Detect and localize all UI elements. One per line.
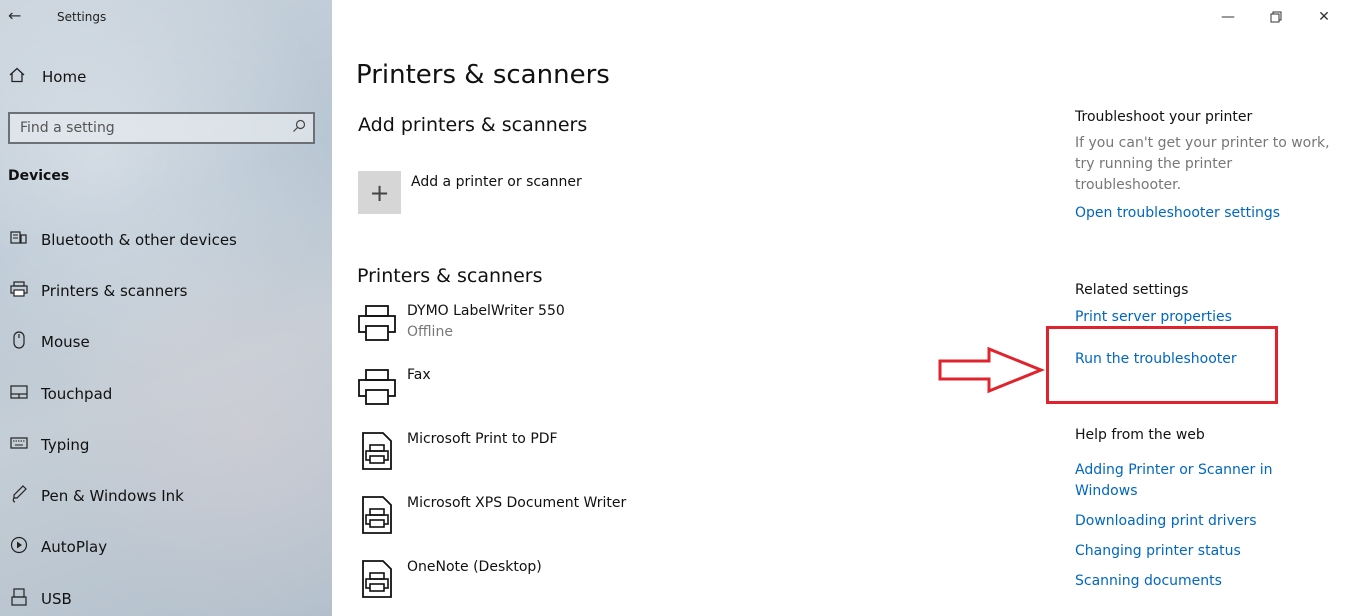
help-link-scanning[interactable]: Scanning documents	[1075, 571, 1340, 592]
home-label: Home	[42, 68, 87, 86]
annotation-arrow-icon	[938, 346, 1046, 394]
restore-icon[interactable]	[1252, 4, 1300, 30]
add-printer-button[interactable]: +	[358, 171, 401, 214]
autoplay-icon	[8, 536, 30, 558]
sidebar-item-label: Pen & Windows Ink	[41, 487, 184, 506]
minimize-icon[interactable]: —	[1204, 4, 1252, 30]
page-title: Printers & scanners	[356, 60, 610, 90]
troubleshoot-section: Troubleshoot your printer If you can't g…	[1075, 109, 1340, 224]
sidebar-item-label: Typing	[41, 435, 90, 454]
mouse-icon	[8, 331, 30, 353]
document-printer-icon	[362, 432, 392, 470]
sidebar-item-printers[interactable]: Printers & scanners	[0, 265, 332, 316]
plus-icon: +	[369, 178, 390, 207]
help-link-status[interactable]: Changing printer status	[1075, 541, 1340, 562]
back-arrow-icon[interactable]: ←	[8, 6, 28, 26]
printers-list-header: Printers & scanners	[357, 265, 543, 287]
print-server-properties-link[interactable]: Print server properties	[1075, 307, 1340, 328]
sidebar-item-touchpad[interactable]: Touchpad	[0, 368, 332, 419]
printer-name: Fax	[407, 367, 431, 383]
printer-icon	[358, 369, 396, 405]
sidebar-item-pen[interactable]: Pen & Windows Ink	[0, 470, 332, 521]
sidebar-item-label: AutoPlay	[41, 538, 108, 557]
sidebar-item-label: Mouse	[41, 333, 90, 352]
search-input[interactable]	[10, 114, 280, 142]
sidebar-item-usb[interactable]: USB	[0, 573, 332, 616]
touchpad-icon	[8, 384, 30, 404]
sidebar-item-label: Bluetooth & other devices	[41, 230, 237, 249]
open-troubleshooter-link[interactable]: Open troubleshooter settings	[1075, 203, 1340, 224]
sidebar-item-mouse[interactable]: Mouse	[0, 317, 332, 368]
help-header: Help from the web	[1075, 427, 1205, 443]
printer-item[interactable]: OneNote (Desktop)	[356, 556, 776, 616]
section-header-devices: Devices	[8, 168, 70, 184]
app-title: Settings	[57, 10, 107, 24]
sidebar-item-home[interactable]: Home	[8, 66, 86, 88]
sidebar-item-bluetooth[interactable]: Bluetooth & other devices	[0, 214, 332, 265]
printer-item[interactable]: Microsoft XPS Document Writer	[356, 492, 776, 556]
bluetooth-devices-icon	[8, 230, 30, 250]
close-icon[interactable]: ✕	[1300, 4, 1348, 30]
printer-status: Offline	[407, 324, 453, 340]
related-settings-header: Related settings	[1075, 282, 1189, 298]
help-section: Help from the web Adding Printer or Scan…	[1075, 427, 1340, 592]
printers-list: DYMO LabelWriter 550 Offline Fax Microso…	[356, 300, 776, 616]
printer-item[interactable]: Microsoft Print to PDF	[356, 428, 776, 492]
troubleshoot-text: If you can't get your printer to work, t…	[1075, 135, 1330, 193]
pen-icon	[8, 485, 30, 507]
sidebar-nav: Bluetooth & other devices Printers & sca…	[0, 214, 332, 616]
help-link-drivers[interactable]: Downloading print drivers	[1075, 511, 1340, 532]
sidebar-item-label: Printers & scanners	[41, 281, 188, 300]
printer-item[interactable]: DYMO LabelWriter 550 Offline	[356, 300, 776, 364]
annotation-highlight-box	[1046, 326, 1278, 404]
sidebar-item-autoplay[interactable]: AutoPlay	[0, 522, 332, 573]
sidebar-item-label: USB	[41, 589, 72, 608]
printer-item[interactable]: Fax	[356, 364, 776, 428]
keyboard-icon	[8, 437, 30, 453]
printer-name: DYMO LabelWriter 550	[407, 303, 565, 319]
printer-name: Microsoft Print to PDF	[407, 431, 558, 447]
add-printer-label[interactable]: Add a printer or scanner	[411, 174, 582, 190]
search-box[interactable]	[8, 112, 315, 144]
search-icon[interactable]	[292, 119, 306, 137]
help-link-adding-printer[interactable]: Adding Printer or Scanner in Windows	[1075, 460, 1295, 502]
sidebar-item-typing[interactable]: Typing	[0, 419, 332, 470]
sidebar-item-label: Touchpad	[41, 384, 113, 403]
printer-name: Microsoft XPS Document Writer	[407, 495, 627, 511]
add-printers-header: Add printers & scanners	[358, 114, 588, 136]
printer-icon	[8, 281, 30, 301]
document-printer-icon	[362, 560, 392, 598]
printer-icon	[358, 305, 396, 341]
home-icon	[8, 66, 30, 88]
printer-name: OneNote (Desktop)	[407, 559, 542, 575]
usb-icon	[8, 588, 30, 610]
window-controls: — ✕	[1204, 4, 1348, 30]
troubleshoot-header: Troubleshoot your printer	[1075, 109, 1253, 125]
sidebar: ← Settings Home Devices Bluetooth & othe…	[0, 0, 332, 616]
document-printer-icon	[362, 496, 392, 534]
